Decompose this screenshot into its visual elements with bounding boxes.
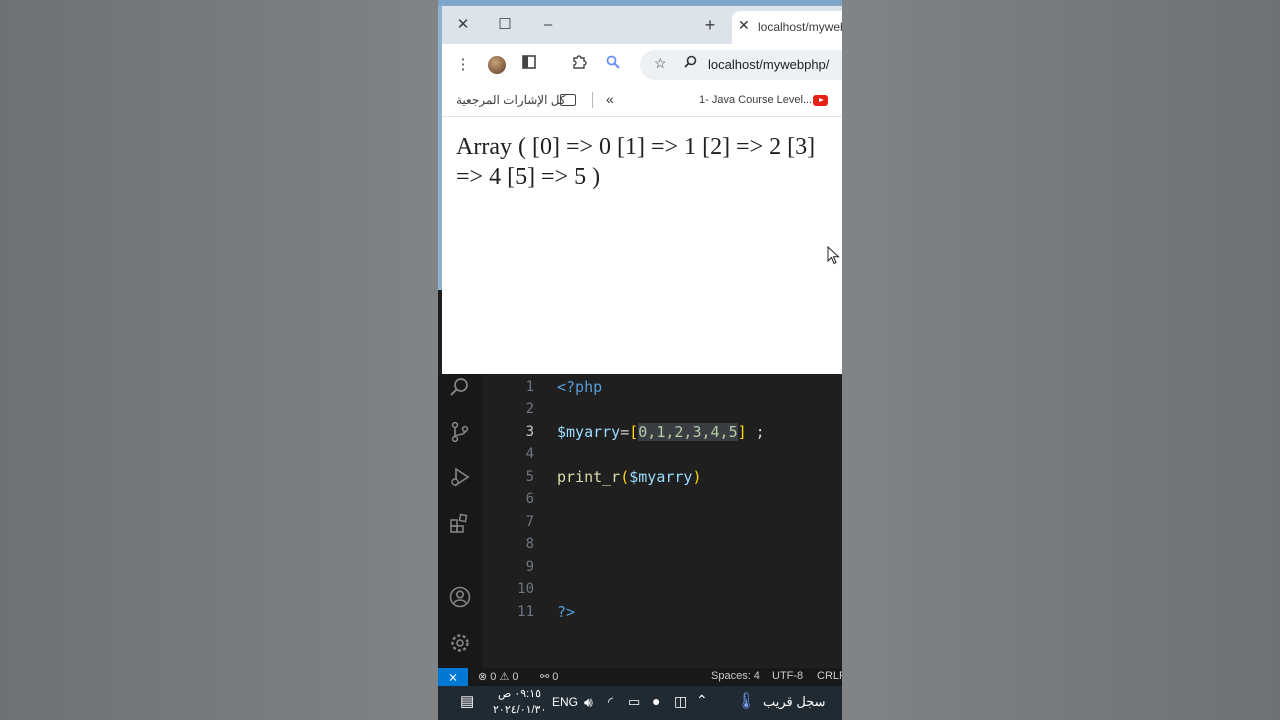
code-line-5[interactable]: print_r($myarry) (557, 468, 702, 486)
battery-icon[interactable]: ▭ (628, 694, 640, 710)
address-bar[interactable]: ☆ localhost/mywebphp/ (640, 50, 842, 80)
line-number: 6 (525, 491, 534, 507)
status-bar: ⨯ ⊗ 0 ⚠ 0 ⚯ 0 Spaces: 4 UTF-8 CRLF (438, 668, 842, 686)
problems-status[interactable]: ⊗ 0 ⚠ 0 (478, 670, 519, 683)
taskbar-date[interactable]: ٢٠٢٤/٠١/٣٠ (493, 703, 546, 716)
line-number: 8 (525, 536, 534, 552)
line-number-gutter: 1 2 3 4 5 6 7 8 9 10 11 (482, 374, 542, 668)
language-indicator[interactable]: ENG (552, 695, 578, 709)
extensions-icon[interactable] (568, 54, 590, 76)
bookmark-java-course[interactable]: 1- Java Course Level... (699, 94, 812, 106)
line-number-active: 3 (525, 424, 534, 440)
eol-status[interactable]: CRLF (817, 670, 842, 682)
open-bracket: [ (629, 423, 639, 441)
search-icon[interactable] (448, 376, 472, 400)
close-paren: ) (692, 468, 702, 486)
volume-icon[interactable]: 🔊︎ (584, 694, 593, 711)
screen-capture: ✕ ☐ – + ✕ localhost/myweb ⋮ ☆ localhost/… (438, 0, 842, 720)
php-open-tag: <?php (557, 378, 603, 396)
youtube-icon (813, 95, 828, 106)
new-tab-button[interactable]: + (698, 14, 722, 36)
notification-icon[interactable]: ▤ (460, 692, 474, 710)
code-line-3[interactable]: $myarry=[0,1,2,3,4,5] ; (557, 423, 765, 441)
line-number: 9 (525, 559, 534, 575)
code-line-11[interactable]: ?> (557, 603, 575, 621)
thermometer-icon: 🌡︎ (736, 693, 757, 710)
activity-bar (438, 374, 482, 668)
open-paren: ( (620, 468, 630, 486)
line-number: 7 (525, 514, 534, 530)
bookmarks-bar: كل الإشارات المرجعية « 1- Java Course Le… (442, 86, 842, 117)
accounts-icon[interactable] (448, 586, 472, 610)
search-lens-icon[interactable] (602, 54, 624, 76)
microphone-icon[interactable]: ● (652, 693, 660, 709)
window-minimize-button[interactable]: – (536, 14, 560, 36)
window-maximize-button[interactable]: ☐ (493, 14, 517, 36)
bookmarks-divider (592, 92, 593, 108)
bookmark-star-icon[interactable]: ☆ (654, 55, 667, 72)
error-count: 0 (490, 671, 497, 683)
assign-operator: = (620, 423, 630, 441)
tab-close-icon[interactable]: ✕ (738, 17, 750, 34)
function-print-r: print_r (557, 468, 621, 486)
bookmarks-overflow-button[interactable]: « (606, 91, 614, 107)
php-close-tag: ?> (557, 603, 576, 621)
weather-label[interactable]: سجل قريب (763, 694, 826, 710)
remote-indicator-icon[interactable]: ⨯ (438, 668, 468, 686)
page-output: Array ( [0] => 0 [1] => 1 [2] => 2 [3] =>… (456, 132, 842, 192)
close-bracket: ] (737, 423, 747, 441)
folder-icon (560, 94, 576, 106)
variable-myarry: $myarry (557, 423, 621, 441)
vscode-editor: 1 2 3 4 5 6 7 8 9 10 11 <?php $myarry=[0… (438, 374, 842, 668)
page-output-line-2: => 4 [5] => 5 ) (456, 164, 601, 190)
tab-title: localhost/myweb (758, 20, 842, 34)
array-values: 0,1,2,3,4,5 (638, 423, 738, 441)
browser-window: ✕ ☐ – + ✕ localhost/myweb ⋮ ☆ localhost/… (442, 6, 842, 374)
tab-localhost[interactable]: ✕ localhost/myweb (732, 11, 842, 44)
site-search-icon (684, 55, 697, 71)
warning-count: 0 (512, 671, 519, 683)
more-menu-icon[interactable]: ⋮ (452, 54, 474, 76)
indentation-status[interactable]: Spaces: 4 (711, 670, 760, 682)
tab-bar: ✕ ☐ – + ✕ localhost/myweb (442, 6, 842, 44)
ports-status[interactable]: ⚯ 0 (540, 670, 558, 683)
address-url: localhost/mywebphp/ (708, 57, 830, 72)
chevron-up-icon[interactable]: ⌃ (696, 692, 708, 709)
run-debug-icon[interactable] (448, 466, 472, 490)
taskbar: ▤ ٠٩:١٥ ص ٢٠٢٤/٠١/٣٠ ENG 🔊︎ ◜ ▭ ● ◫ ⌃ 🌡︎… (438, 686, 842, 720)
profile-avatar[interactable] (488, 56, 506, 74)
encoding-status[interactable]: UTF-8 (772, 670, 803, 682)
gear-icon[interactable] (448, 632, 472, 656)
camera-icon[interactable]: ◫ (674, 693, 687, 710)
side-panel-icon[interactable] (518, 54, 540, 76)
ports-count: 0 (552, 671, 559, 683)
extensions-icon[interactable] (448, 512, 472, 536)
line-number: 2 (525, 401, 534, 417)
page-output-line-1: Array ( [0] => 0 [1] => 1 [2] => 2 [3] (456, 134, 816, 160)
all-bookmarks-link[interactable]: كل الإشارات المرجعية (456, 93, 566, 107)
semicolon: ; (746, 423, 765, 441)
window-close-button[interactable]: ✕ (451, 14, 475, 36)
browser-toolbar: ⋮ ☆ localhost/mywebphp/ (442, 44, 842, 86)
line-number: 1 (525, 379, 534, 395)
line-number: 4 (525, 446, 534, 462)
taskbar-time[interactable]: ٠٩:١٥ ص (498, 687, 541, 700)
wifi-icon[interactable]: ◜ (608, 694, 613, 710)
line-number: 11 (517, 604, 534, 620)
variable-myarry: $myarry (629, 468, 693, 486)
line-number: 5 (525, 469, 534, 485)
code-line-1[interactable]: <?php (557, 378, 602, 396)
source-control-icon[interactable] (448, 421, 472, 445)
line-number: 10 (517, 581, 534, 597)
